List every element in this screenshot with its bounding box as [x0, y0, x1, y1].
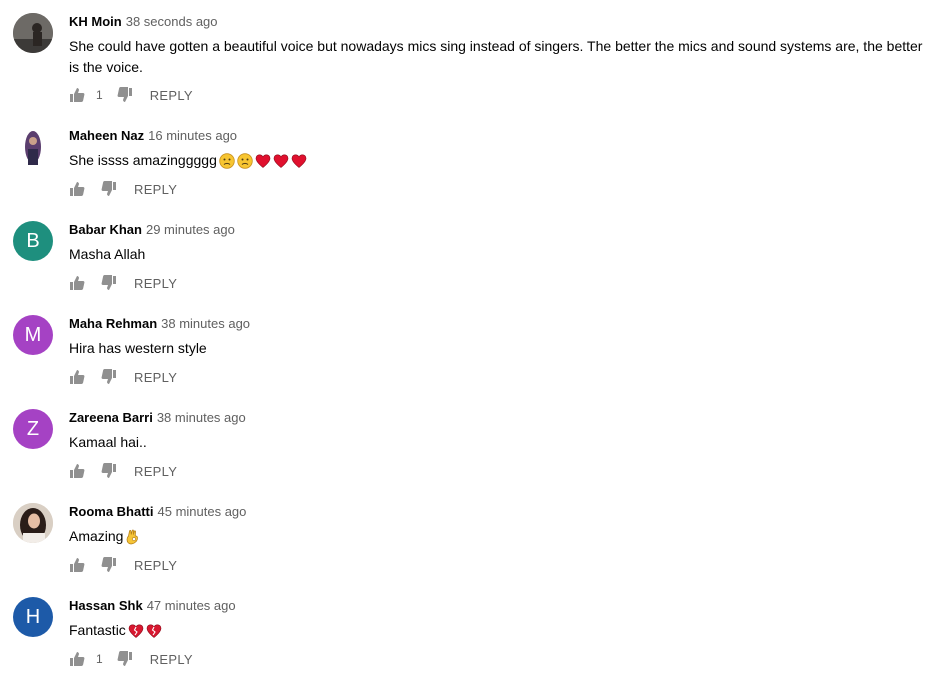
comment-text-content: Amazing: [69, 528, 124, 544]
avatar-letter: Z: [26, 418, 40, 440]
heart-emoji-icon: [291, 153, 307, 169]
avatar[interactable]: [13, 503, 53, 543]
comment-toolbar: REPLY: [69, 556, 177, 574]
avatar[interactable]: M: [13, 315, 53, 355]
thumbs-up-icon[interactable]: [69, 369, 85, 385]
avatar[interactable]: [13, 13, 53, 53]
reply-button[interactable]: REPLY: [150, 88, 193, 103]
avatar[interactable]: Z: [13, 409, 53, 449]
thumbs-up-icon[interactable]: [69, 87, 85, 103]
reply-button[interactable]: REPLY: [150, 652, 193, 667]
reply-button[interactable]: REPLY: [134, 182, 177, 197]
comment-toolbar: REPLY: [69, 462, 177, 480]
comment-header: Zareena Barri 38 minutes ago: [69, 409, 246, 427]
comment-text: Hira has western style: [69, 340, 207, 356]
comment-header: Maha Rehman 38 minutes ago: [69, 315, 250, 333]
comment-timestamp[interactable]: 45 minutes ago: [158, 504, 247, 519]
thumbs-up-icon[interactable]: [69, 557, 85, 573]
comment-timestamp[interactable]: 38 seconds ago: [126, 14, 218, 29]
heart-emoji-icon: [273, 153, 289, 169]
heart-emoji-icon: [255, 153, 271, 169]
comment-toolbar: 1 REPLY: [69, 650, 193, 668]
thumbs-down-icon[interactable]: [101, 557, 117, 573]
comment-text: She issss amazinggggg: [69, 150, 927, 171]
avatar[interactable]: H: [13, 597, 53, 637]
thumbs-down-icon[interactable]: [117, 651, 133, 667]
broken-heart-emoji-icon: [146, 623, 162, 639]
author-name[interactable]: Babar Khan: [69, 222, 142, 237]
comment-toolbar: 1 REPLY: [69, 86, 193, 104]
reply-button[interactable]: REPLY: [134, 276, 177, 291]
comment-text-content: Fantastic: [69, 622, 126, 638]
thumbs-down-icon[interactable]: [101, 181, 117, 197]
comment-text: Fantastic: [69, 620, 927, 641]
thumbs-down-icon[interactable]: [101, 369, 117, 385]
reply-button[interactable]: REPLY: [134, 370, 177, 385]
thumbs-up-icon[interactable]: [69, 651, 85, 667]
comment-header: Rooma Bhatti 45 minutes ago: [69, 503, 246, 521]
comment-text-content: She issss amazinggggg: [69, 152, 217, 168]
like-count: 1: [96, 88, 103, 102]
comment-text: Kamaal hai..: [69, 434, 147, 450]
comment-text: She could have gotten a beautiful voice …: [69, 38, 923, 75]
frowning-face-emoji-icon: [237, 153, 253, 169]
thumbs-up-icon[interactable]: [69, 181, 85, 197]
avatar-letter: M: [24, 324, 42, 346]
comment-text: Masha Allah: [69, 246, 146, 262]
reply-button[interactable]: REPLY: [134, 558, 177, 573]
avatar[interactable]: B: [13, 221, 53, 261]
comment-header: Maheen Naz 16 minutes ago: [69, 127, 237, 145]
thumbs-down-icon[interactable]: [101, 463, 117, 479]
author-name[interactable]: Hassan Shk: [69, 598, 143, 613]
comment-timestamp[interactable]: 47 minutes ago: [147, 598, 236, 613]
comment-timestamp[interactable]: 38 minutes ago: [157, 410, 246, 425]
comment-header: KH Moin 38 seconds ago: [69, 13, 218, 31]
thumbs-up-icon[interactable]: [69, 275, 85, 291]
avatar-letter: H: [25, 606, 41, 628]
thumbs-down-icon[interactable]: [101, 275, 117, 291]
author-name[interactable]: Maheen Naz: [69, 128, 144, 143]
author-name[interactable]: KH Moin: [69, 14, 122, 29]
comment-text: Amazing: [69, 526, 927, 547]
thumbs-down-icon[interactable]: [117, 87, 133, 103]
reply-button[interactable]: REPLY: [134, 464, 177, 479]
comment-header: Hassan Shk 47 minutes ago: [69, 597, 236, 615]
comment-header: Babar Khan 29 minutes ago: [69, 221, 235, 239]
comment-toolbar: REPLY: [69, 368, 177, 386]
comment-timestamp[interactable]: 16 minutes ago: [148, 128, 237, 143]
author-name[interactable]: Zareena Barri: [69, 410, 153, 425]
author-name[interactable]: Maha Rehman: [69, 316, 157, 331]
comment-timestamp[interactable]: 29 minutes ago: [146, 222, 235, 237]
author-name[interactable]: Rooma Bhatti: [69, 504, 154, 519]
broken-heart-emoji-icon: [128, 623, 144, 639]
avatar[interactable]: [13, 127, 53, 167]
comment-toolbar: REPLY: [69, 274, 177, 292]
ok-hand-emoji-icon: [125, 529, 141, 545]
avatar-letter: B: [26, 230, 40, 252]
like-count: 1: [96, 652, 103, 666]
thumbs-up-icon[interactable]: [69, 463, 85, 479]
comment-timestamp[interactable]: 38 minutes ago: [161, 316, 250, 331]
frowning-face-emoji-icon: [219, 153, 235, 169]
comment-toolbar: REPLY: [69, 180, 177, 198]
